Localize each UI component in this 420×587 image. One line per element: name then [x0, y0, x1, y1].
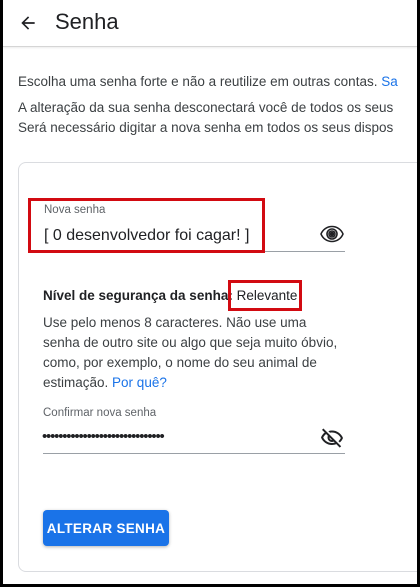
- eye-icon: [320, 225, 344, 243]
- eye-off-icon: [321, 428, 343, 448]
- new-password-input[interactable]: [ 0 desenvolvedor foi cagar! ]: [44, 227, 249, 245]
- back-button[interactable]: [15, 10, 41, 36]
- new-password-underline: [43, 251, 345, 252]
- intro-line-1-text: Escolha uma senha forte e não a reutiliz…: [18, 74, 378, 89]
- change-password-button[interactable]: ALTERAR SENHA: [43, 510, 169, 546]
- strength-label: Nível de segurança da senha:: [43, 288, 233, 303]
- intro-link[interactable]: Sa: [381, 74, 398, 89]
- why-link[interactable]: Por quê?: [112, 375, 167, 390]
- page-title: Senha: [55, 9, 119, 34]
- intro-line-3: Será necessário digitar a nova senha em …: [18, 120, 394, 135]
- show-confirm-password-toggle[interactable]: [318, 426, 346, 450]
- strength-row: Nível de segurança da senha: Relevante: [43, 288, 297, 303]
- intro-line-1: Escolha uma senha forte e não a reutiliz…: [18, 72, 417, 92]
- confirm-password-input[interactable]: ••••••••••••••••••••••••••••••: [42, 428, 165, 445]
- app-header: Senha: [3, 0, 417, 47]
- confirm-password-underline: [43, 453, 345, 454]
- password-hint-text: Use pelo menos 8 caracteres. Não use uma…: [43, 315, 338, 390]
- password-hint: Use pelo menos 8 caracteres. Não use uma…: [43, 313, 343, 393]
- app-frame: Senha Escolha uma senha forte e não a re…: [3, 0, 417, 584]
- intro-line-2: A alteração da sua senha desconectará vo…: [18, 100, 394, 115]
- strength-value: Relevante: [236, 288, 298, 303]
- new-password-label: Nova senha: [44, 204, 106, 216]
- intro-text: Escolha uma senha forte e não a reutiliz…: [18, 72, 417, 144]
- arrow-back-icon: [21, 16, 35, 30]
- show-password-toggle[interactable]: [318, 222, 346, 246]
- confirm-password-label: Confirmar nova senha: [43, 407, 157, 419]
